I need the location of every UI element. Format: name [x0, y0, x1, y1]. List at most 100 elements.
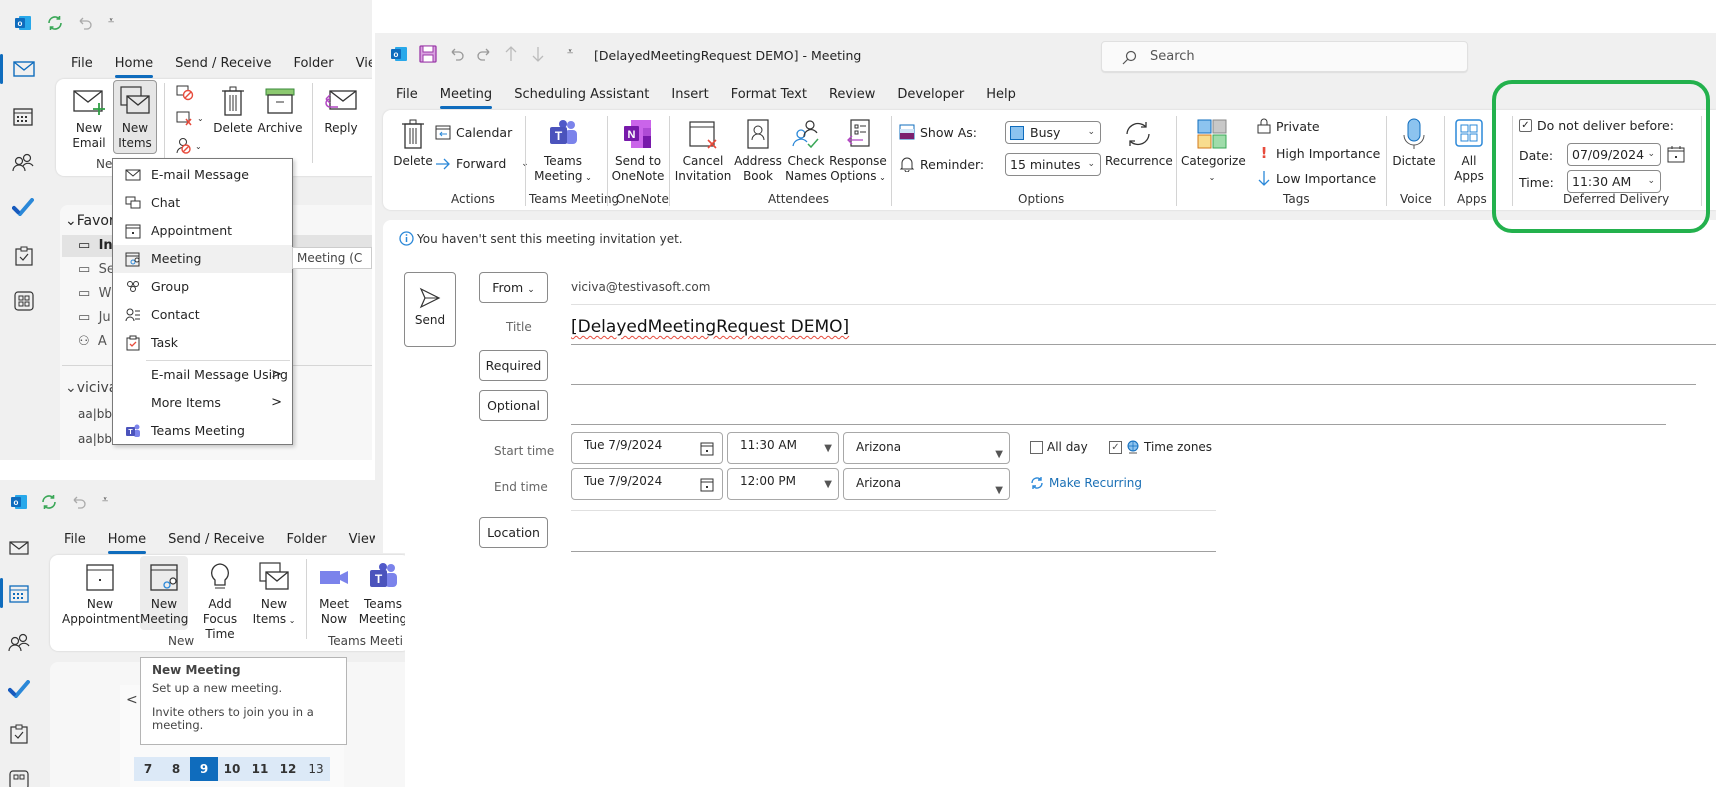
start-timezone-select[interactable]: Arizona ▼: [843, 432, 1010, 464]
meet-now-button[interactable]: Meet Now: [312, 561, 356, 627]
menu-item-email-message[interactable]: E-mail Message: [113, 161, 292, 189]
optional-button[interactable]: Optional: [479, 390, 548, 421]
tab-folder[interactable]: Folder: [275, 528, 337, 552]
folder-item[interactable]: ⚇ A: [78, 334, 107, 349]
tab-meeting[interactable]: Meeting: [429, 83, 503, 109]
tab-file[interactable]: File: [53, 528, 97, 552]
new-items-button[interactable]: New Items ⌄: [252, 561, 296, 628]
calendar-day[interactable]: 10: [218, 757, 246, 781]
folder-item[interactable]: ▭ W: [78, 286, 111, 301]
menu-item-group[interactable]: Group: [113, 273, 292, 301]
people-icon[interactable]: [8, 632, 30, 652]
apps-icon[interactable]: [9, 770, 29, 787]
tab-review[interactable]: Review: [818, 83, 886, 107]
prev-month-arrow[interactable]: <: [126, 692, 138, 708]
calendar-day-selected[interactable]: 9: [190, 757, 218, 781]
menu-item-appointment[interactable]: Appointment: [113, 217, 292, 245]
folder-item[interactable]: ▭ In: [78, 238, 113, 253]
optional-attendees-input[interactable]: [571, 390, 1666, 424]
redo-icon[interactable]: [475, 45, 493, 63]
new-email-button[interactable]: New Email: [66, 85, 112, 151]
mail-icon[interactable]: [13, 61, 35, 77]
tab-home[interactable]: Home: [104, 52, 164, 78]
account-header[interactable]: ⌄viciva: [65, 380, 117, 396]
menu-item-chat[interactable]: Chat: [113, 189, 292, 217]
reminder-select[interactable]: 15 minutes ⌄: [1005, 153, 1101, 176]
time-zones-checkbox[interactable]: ✓ Time zones: [1109, 440, 1212, 454]
sync-icon[interactable]: [40, 493, 58, 511]
todo-icon[interactable]: [8, 680, 30, 698]
from-button[interactable]: From ⌄: [479, 272, 548, 303]
menu-item-contact[interactable]: Contact: [113, 301, 292, 329]
tab-developer[interactable]: Developer: [886, 83, 975, 107]
calendar-day[interactable]: 7: [134, 757, 162, 781]
next-item-icon[interactable]: [530, 45, 546, 63]
folder-item[interactable]: ▭ Se: [78, 262, 115, 277]
all-day-checkbox[interactable]: All day: [1030, 440, 1088, 454]
teams-meeting-button[interactable]: T Teams Meeting ⌄: [529, 118, 597, 185]
menu-item-email-message-using[interactable]: E-mail Message Using >: [113, 361, 292, 389]
favorites-header[interactable]: ⌄Favor: [65, 213, 115, 229]
sync-icon[interactable]: [46, 14, 64, 32]
tab-file[interactable]: File: [60, 52, 104, 76]
new-items-button[interactable]: New Items ⌄: [113, 80, 157, 165]
start-date-input[interactable]: Tue 7/9/2024: [571, 432, 723, 464]
junk-icon[interactable]: ⌄: [176, 137, 202, 155]
dictate-button[interactable]: Dictate: [1389, 118, 1439, 169]
check-names-button[interactable]: Check Names: [783, 118, 829, 184]
checkbox-unchecked-icon[interactable]: [1030, 440, 1043, 454]
customize-qat-icon[interactable]: ⩡: [102, 493, 108, 507]
calendar-day[interactable]: 8: [162, 757, 190, 781]
cancel-invitation-button[interactable]: Cancel Invitation: [673, 118, 733, 184]
start-time-select[interactable]: 11:30 AM ▼: [727, 432, 839, 464]
tab-format-text[interactable]: Format Text: [720, 83, 818, 107]
end-time-select[interactable]: 12:00 PM ▼: [727, 468, 839, 500]
tab-insert[interactable]: Insert: [660, 83, 719, 107]
low-importance-button[interactable]: Low Importance: [1257, 170, 1376, 186]
menu-item-more-items[interactable]: More Items >: [113, 389, 292, 417]
tab-help[interactable]: Help: [975, 83, 1027, 107]
date-picker-icon[interactable]: [1667, 146, 1685, 163]
date-picker-icon[interactable]: [700, 477, 714, 492]
tasks-icon[interactable]: [15, 246, 33, 266]
tab-view[interactable]: Vie: [345, 52, 372, 76]
calendar-day[interactable]: 12: [274, 757, 302, 781]
location-button[interactable]: Location: [479, 517, 548, 548]
menu-item-task[interactable]: Task: [113, 329, 292, 357]
high-importance-button[interactable]: ! High Importance: [1257, 144, 1381, 162]
customize-qat-icon[interactable]: ⩡: [567, 45, 573, 59]
calendar-button[interactable]: Calendar: [435, 124, 512, 140]
clean-up-icon[interactable]: ⌄: [176, 111, 202, 127]
location-input[interactable]: [571, 517, 1216, 551]
calendar-day[interactable]: 13: [302, 757, 330, 781]
make-recurring-link[interactable]: Make Recurring: [1030, 476, 1142, 490]
calendar-day[interactable]: 11: [246, 757, 274, 781]
undo-icon[interactable]: [70, 493, 88, 511]
all-apps-button[interactable]: All Apps: [1447, 118, 1491, 184]
delete-button[interactable]: Delete: [393, 118, 433, 169]
end-timezone-select[interactable]: Arizona ▼: [843, 468, 1010, 500]
required-attendees-input[interactable]: [571, 350, 1696, 384]
people-icon[interactable]: [12, 152, 34, 172]
end-date-input[interactable]: Tue 7/9/2024: [571, 468, 723, 500]
tab-file[interactable]: File: [385, 83, 429, 107]
date-picker-icon[interactable]: [700, 441, 714, 456]
apps-icon[interactable]: [14, 291, 34, 311]
search-box[interactable]: Search: [1101, 41, 1468, 72]
menu-item-meeting[interactable]: Meeting: [113, 245, 292, 273]
save-icon[interactable]: [419, 45, 437, 63]
tasks-icon[interactable]: [10, 724, 28, 744]
required-button[interactable]: Required: [479, 350, 548, 381]
undo-icon[interactable]: [76, 14, 94, 32]
todo-icon[interactable]: [12, 198, 34, 216]
tab-send-receive[interactable]: Send / Receive: [157, 528, 275, 552]
tab-send-receive[interactable]: Send / Receive: [164, 52, 282, 76]
mail-icon[interactable]: [9, 541, 29, 555]
calendar-icon[interactable]: [9, 583, 29, 603]
teams-meeting-button[interactable]: T Teams Meeting: [358, 561, 405, 627]
new-appointment-button[interactable]: New Appointment: [62, 561, 140, 627]
recurrence-button[interactable]: Recurrence: [1105, 118, 1173, 169]
checkbox-checked-icon[interactable]: ✓: [1519, 119, 1532, 132]
folder-item[interactable]: ▭ Ju: [78, 310, 111, 325]
forward-button[interactable]: Forward ⌄: [435, 156, 529, 171]
